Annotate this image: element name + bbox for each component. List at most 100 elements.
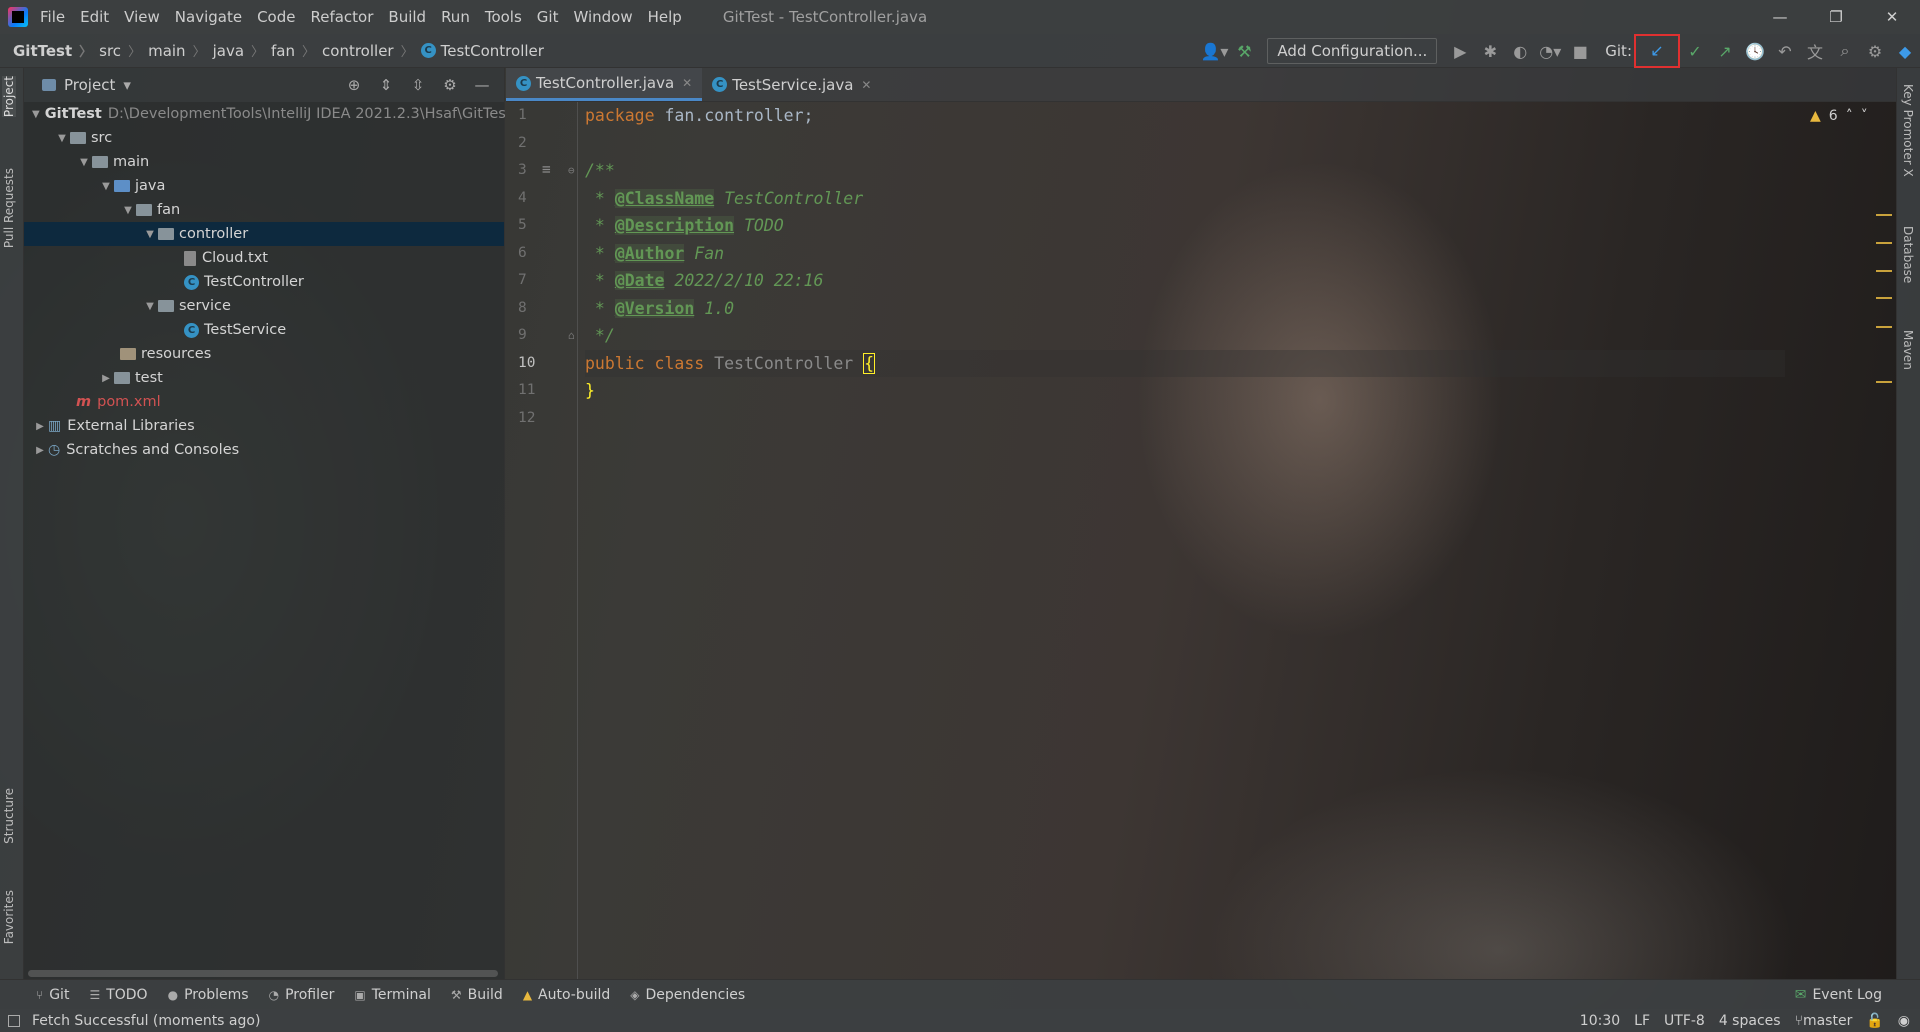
tool-tab-key-promoter[interactable]: Key Promoter X [1901,84,1915,177]
menu-view[interactable]: View [124,8,160,26]
menu-edit[interactable]: Edit [80,8,109,26]
search-icon[interactable]: ⌕ [1830,41,1860,61]
git-update-project-icon[interactable]: ↙ [1634,34,1680,68]
menu-build[interactable]: Build [388,8,426,26]
add-configuration-button[interactable]: Add Configuration... [1267,38,1438,64]
tool-problems[interactable]: ● Problems [168,987,249,1003]
caret-position[interactable]: 10:30 [1580,1013,1620,1029]
close-icon[interactable]: ✕ [861,78,871,92]
account-icon[interactable]: 👤▾ [1199,42,1229,61]
tree-item-testservice[interactable]: C TestService [24,318,504,342]
tool-terminal[interactable]: ▣ Terminal [354,987,431,1003]
tool-tab-database[interactable]: Database [1901,226,1915,283]
tree-item-java[interactable]: ▼ java [24,174,504,198]
tree-item-scratches[interactable]: ▶ ◷ Scratches and Consoles [24,438,504,462]
tool-auto-build[interactable]: ▲ Auto-build [523,987,610,1003]
tree-item-test[interactable]: ▶ test [24,366,504,390]
chevron-right-icon[interactable]: ▶ [32,421,48,432]
horizontal-scrollbar[interactable] [28,970,498,977]
fold-icon[interactable]: ⊖ [568,157,575,185]
collapse-all-icon[interactable]: ⇳ [402,76,434,94]
chevron-down-icon[interactable]: ▼ [142,229,158,240]
rollback-icon[interactable]: ↶ [1770,42,1800,61]
warning-marker[interactable] [1876,297,1892,299]
stop-icon[interactable]: ■ [1565,42,1595,61]
chevron-down-icon[interactable]: ˅ [1861,108,1868,124]
coverage-icon[interactable]: ◐ [1505,42,1535,61]
git-branch-widget[interactable]: ⑂master [1795,1013,1853,1029]
tool-tab-favorites[interactable]: Favorites [2,890,16,944]
chevron-down-icon[interactable]: ▼ [142,301,158,312]
code-editor[interactable]: package fan.controller; /** * @ClassName… [585,102,1785,979]
toolbox-icon[interactable]: ◆ [1890,42,1920,61]
breadcrumb-project[interactable]: GitTest 〉 [13,41,99,61]
indent-setting[interactable]: 4 spaces [1719,1013,1781,1029]
hide-panel-icon[interactable]: — [466,76,498,94]
menu-run[interactable]: Run [441,8,470,26]
translate-icon[interactable]: 文 [1800,39,1830,63]
tool-build[interactable]: ⚒ Build [451,987,503,1003]
chevron-down-icon[interactable]: ▼ [98,181,114,192]
debug-icon[interactable]: ✱ [1475,42,1505,61]
warning-marker[interactable] [1876,381,1892,383]
restore-button[interactable]: ❐ [1808,0,1864,34]
locate-file-icon[interactable]: ⊕ [338,76,370,94]
menu-code[interactable]: Code [257,8,295,26]
gear-icon[interactable]: ⚙ [1860,42,1890,61]
file-encoding[interactable]: UTF-8 [1664,1013,1705,1029]
minimize-button[interactable]: — [1752,0,1808,34]
breadcrumb-testcontroller[interactable]: C TestController [420,42,544,60]
menu-tools[interactable]: Tools [485,8,522,26]
history-icon[interactable]: 🕓 [1740,42,1770,61]
chevron-down-icon[interactable]: ▾ [123,76,131,94]
chevron-down-icon[interactable]: ▼ [120,205,136,216]
tree-item-main[interactable]: ▼ main [24,150,504,174]
git-push-icon[interactable]: ↗ [1710,42,1740,61]
tool-tab-maven[interactable]: Maven [1901,330,1915,370]
breadcrumb-fan[interactable]: fan 〉 [271,41,322,61]
tool-git[interactable]: ⑂ Git [36,987,69,1003]
warning-marker[interactable] [1876,326,1892,328]
tool-dependencies[interactable]: ◈ Dependencies [630,987,745,1003]
tree-item-src[interactable]: ▼ src [24,126,504,150]
close-button[interactable]: ✕ [1864,0,1920,34]
close-icon[interactable]: ✕ [682,76,692,90]
breadcrumb-src[interactable]: src 〉 [99,41,148,61]
tab-testservice-java[interactable]: C TestService.java ✕ [702,68,881,101]
profile-icon[interactable]: ◔▾ [1535,42,1565,61]
menu-help[interactable]: Help [648,8,682,26]
git-commit-icon[interactable]: ✓ [1680,42,1710,61]
menu-git[interactable]: Git [537,8,559,26]
tree-item-service[interactable]: ▼ service [24,294,504,318]
inspection-widget[interactable]: ▲ 6 ˄ ˅ [1810,108,1868,124]
tree-item-resources[interactable]: resources [24,342,504,366]
warning-marker[interactable] [1876,270,1892,272]
tool-tab-structure[interactable]: Structure [2,788,16,844]
expand-all-icon[interactable]: ⇕ [370,76,402,94]
breadcrumb-controller[interactable]: controller 〉 [322,41,421,61]
chevron-right-icon[interactable]: ▶ [98,373,114,384]
menu-refactor[interactable]: Refactor [310,8,373,26]
tree-item-pom-xml[interactable]: m pom.xml [24,390,504,414]
chevron-right-icon[interactable]: ▶ [32,445,48,456]
warning-marker[interactable] [1876,242,1892,244]
tree-item-cloud-txt[interactable]: Cloud.txt [24,246,504,270]
status-message[interactable]: Fetch Successful (moments ago) [32,1013,260,1029]
tree-item-controller[interactable]: ▼ controller [24,222,504,246]
memory-indicator-icon[interactable]: ◉ [1898,1013,1910,1029]
chevron-down-icon[interactable]: ▼ [76,157,92,168]
menu-file[interactable]: File [40,8,65,26]
doc-render-icon[interactable]: ≡ [542,157,551,185]
build-hammer-icon[interactable]: ⚒ [1229,42,1259,61]
tab-testcontroller-java[interactable]: C TestController.java ✕ [506,68,703,101]
tree-item-fan[interactable]: ▼ fan [24,198,504,222]
tool-event-log[interactable]: ✉ Event Log [1795,987,1882,1003]
tool-tab-project[interactable]: Project [2,76,16,118]
run-icon[interactable]: ▶ [1445,42,1475,61]
toggle-tool-windows-icon[interactable] [8,1014,20,1027]
menu-window[interactable]: Window [573,8,632,26]
tree-item-external-libraries[interactable]: ▶ ▥ External Libraries [24,414,504,438]
tool-todo[interactable]: ☰ TODO [89,987,147,1003]
breadcrumb-java[interactable]: java 〉 [213,41,271,61]
gear-icon[interactable]: ⚙ [434,76,466,94]
